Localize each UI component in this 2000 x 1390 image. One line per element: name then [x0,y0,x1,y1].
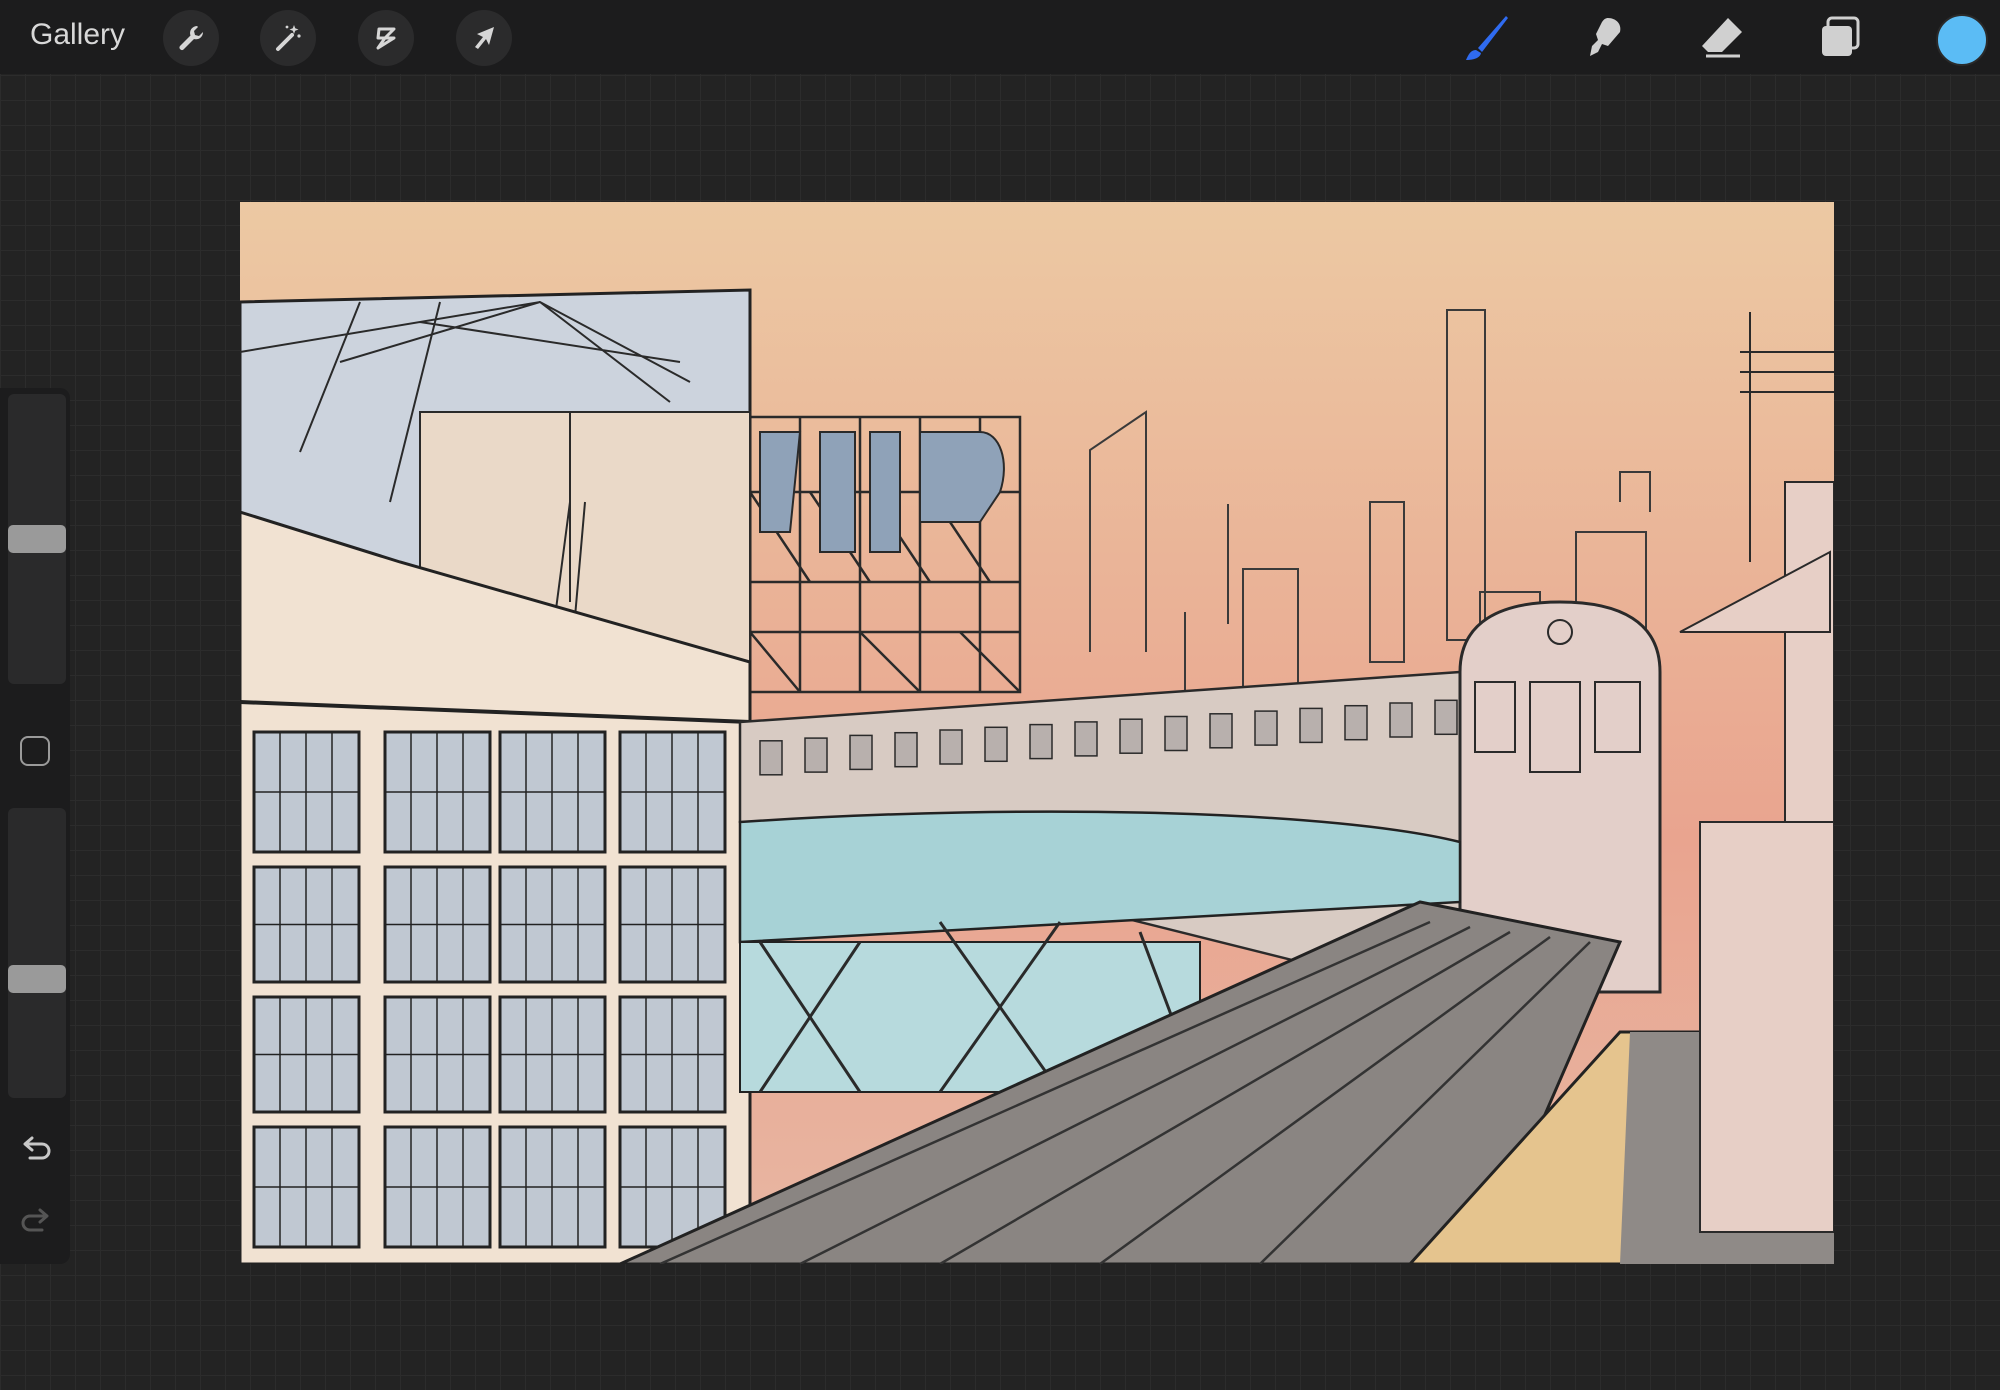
top-toolbar: Gallery [0,0,2000,74]
adjustments-button[interactable] [260,10,316,66]
smudge-icon [1590,18,1621,56]
undo-icon[interactable] [18,1132,54,1168]
layers-button[interactable] [1814,12,1866,64]
brush-size-thumb[interactable] [8,525,66,553]
transform-button[interactable] [456,10,512,66]
wrench-icon [179,26,204,50]
transform-arrow-icon [475,27,494,49]
layers-icon [1822,16,1860,56]
selection-icon [376,27,396,50]
redo-icon[interactable] [18,1204,54,1240]
brush-icon [1466,16,1508,60]
square-modifier-icon[interactable] [20,736,50,766]
magic-wand-icon [276,25,301,51]
artwork-illustration [240,202,1834,1264]
color-picker-button[interactable] [1936,14,1988,66]
selection-button[interactable] [358,10,414,66]
brush-opacity-thumb[interactable] [8,965,66,994]
eraser-tool[interactable] [1696,12,1748,64]
brush-tool[interactable] [1460,12,1512,64]
smudge-tool[interactable] [1578,12,1630,64]
left-sidebar [0,388,70,1264]
gallery-button[interactable]: Gallery [30,18,125,52]
drawing-canvas[interactable] [240,202,1834,1264]
brush-opacity-slider[interactable] [8,808,66,1098]
actions-button[interactable] [163,10,219,66]
eraser-icon [1702,18,1742,58]
